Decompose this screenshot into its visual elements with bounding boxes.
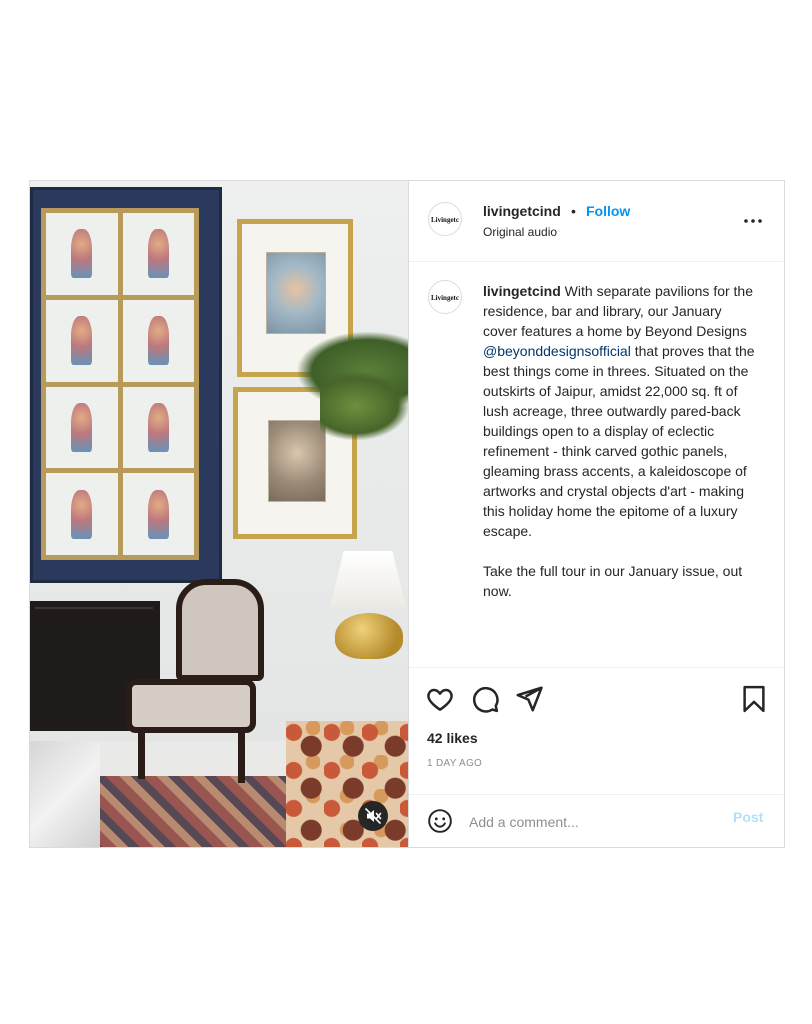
armchair-back — [176, 579, 264, 681]
comment-input[interactable] — [467, 809, 721, 835]
svg-text:Livingetc: Livingetc — [431, 216, 459, 224]
like-button[interactable] — [425, 684, 455, 714]
post-timestamp[interactable]: 1 DAY AGO — [427, 758, 482, 769]
emoji-smile-icon — [428, 808, 452, 833]
share-button[interactable] — [514, 684, 544, 714]
post-side-panel: Livingetc livingetcind • Follow Original… — [408, 181, 784, 847]
caption-username[interactable]: livingetcind — [483, 283, 561, 299]
caption-avatar[interactable]: Livingetc — [428, 280, 462, 314]
mention-link[interactable]: @beyonddesignsofficial — [483, 343, 631, 359]
armchair-seat — [126, 679, 256, 733]
bookmark-icon — [743, 685, 765, 713]
mute-toggle-button[interactable] — [358, 801, 388, 831]
follow-button[interactable]: Follow — [586, 203, 630, 219]
separator-dot: • — [571, 203, 576, 219]
brand-logo-icon: Livingetc — [431, 294, 459, 302]
post-header: Livingetc livingetcind • Follow Original… — [409, 181, 783, 262]
post-caption: livingetcind With separate pavilions for… — [483, 281, 759, 601]
username-link[interactable]: livingetcind — [483, 203, 561, 219]
armchair-leg — [238, 731, 245, 783]
painted-cabinet — [30, 187, 222, 583]
avatar[interactable]: Livingetc — [428, 202, 462, 236]
post-comment-button[interactable]: Post — [733, 809, 763, 825]
plant-leaves-lower — [320, 371, 408, 441]
svg-text:Livingetc: Livingetc — [431, 294, 459, 302]
save-button[interactable] — [739, 684, 769, 714]
paper-plane-icon — [516, 686, 543, 712]
caption-text-continued: that proves that the best things come in… — [483, 343, 755, 539]
post-actions: 42 likes 1 DAY AGO Post — [409, 667, 783, 848]
audio-label[interactable]: Original audio — [483, 225, 557, 239]
more-options-icon — [744, 219, 762, 223]
comment-button[interactable] — [470, 684, 500, 714]
marble-table — [30, 741, 100, 847]
comment-bubble-icon — [472, 686, 499, 713]
caption-second-paragraph: Take the full tour in our January issue,… — [483, 563, 743, 599]
armchair-leg — [138, 731, 145, 779]
likes-count[interactable]: 42 likes — [427, 730, 478, 746]
speaker-muted-icon — [365, 808, 382, 824]
emoji-button[interactable] — [425, 807, 455, 837]
brand-logo-icon: Livingetc — [431, 216, 459, 224]
comment-bar: Post — [409, 794, 783, 849]
instagram-post: Livingetc livingetcind • Follow Original… — [29, 180, 785, 848]
brass-lamp-base — [335, 613, 403, 659]
post-video[interactable] — [30, 181, 408, 847]
more-options-button[interactable] — [741, 209, 765, 233]
floral-sofa — [286, 721, 408, 847]
heart-icon — [427, 688, 453, 711]
